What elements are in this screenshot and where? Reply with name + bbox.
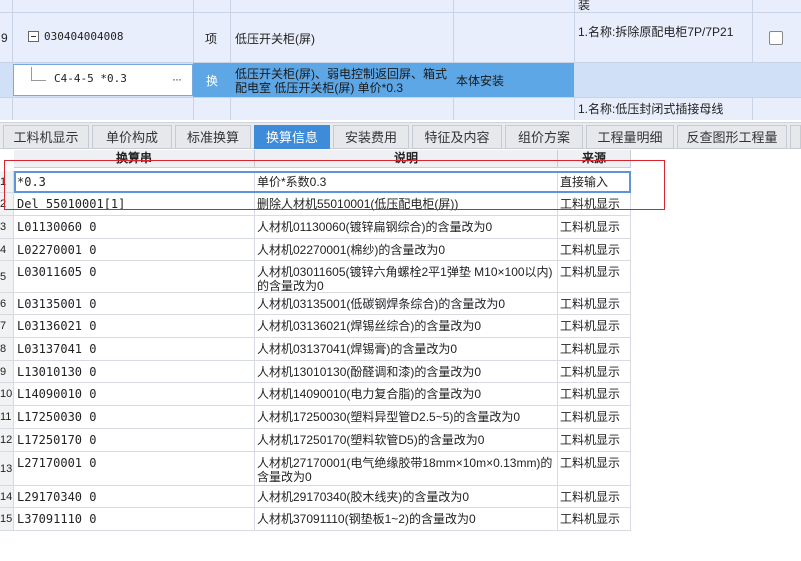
row-number: 7 [0,315,14,337]
expr-cell[interactable]: L17250030 0 [14,406,255,428]
row-number: 6 [0,293,14,314]
row-number: 11 [0,406,14,428]
row-number: 10 [0,383,14,405]
highlight-annotation [4,160,665,210]
tab-unit-price[interactable]: 单价构成 [92,125,172,149]
expr-cell[interactable]: L03135001 0 [14,293,255,314]
source-cell: 工料机显示 [558,293,631,314]
more-button[interactable]: ··· [172,72,182,86]
desc-cell: 人材机27170001(电气绝缘胶带18mm×10m×0.13mm)的含量改为0 [255,452,558,485]
collapse-icon[interactable] [28,31,39,42]
tab-overflow[interactable] [790,125,801,149]
item-feature[interactable]: 1.名称:拆除原配电柜7P/7P21 [578,23,733,40]
item-type: 项 [205,32,218,46]
row-number: 9 [0,361,14,382]
row-number: 5 [0,261,14,292]
expr-cell[interactable]: L37091110 0 [14,508,255,530]
desc-cell: 人材机03011605(镀锌六角螺栓2平1弹垫 M10×100以内)的含量改为0 [255,261,558,292]
expr-cell[interactable]: L17250170 0 [14,429,255,451]
source-cell: 工料机显示 [558,239,631,260]
row-number: 12 [0,429,14,451]
tab-conversion-info[interactable]: 换算信息 [254,125,330,149]
expr-cell[interactable]: L02270001 0 [14,239,255,260]
source-cell: 工料机显示 [558,429,631,451]
subitem-name-line2[interactable]: 配电室 低压开关柜(屏) 单价*0.3 [235,79,403,96]
tab-quantity-detail[interactable]: 工程量明细 [586,125,674,149]
tab-labor-material[interactable]: 工料机显示 [3,125,89,149]
tab-features[interactable]: 特征及内容 [412,125,502,149]
source-cell: 工料机显示 [558,261,631,292]
table-row[interactable]: 12 L17250170 0 人材机17250170(塑料软管D5)的含量改为0 工料… [0,429,631,452]
desc-cell: 人材机02270001(棉纱)的含量改为0 [255,239,558,260]
expr-cell[interactable]: L01130060 0 [14,216,255,238]
next-feature: 1.名称:低压封闭式插接母线 [578,102,724,116]
expr-cell[interactable]: L29170340 0 [14,486,255,507]
desc-cell: 人材机01130060(镀锌扁钢综合)的含量改为0 [255,216,558,238]
expr-cell[interactable]: L03137041 0 [14,338,255,360]
table-row[interactable]: 7 L03136021 0 人材机03136021(焊锡丝综合)的含量改为0 工料机显… [0,315,631,338]
desc-cell: 人材机03137041(焊锡膏)的含量改为0 [255,338,558,360]
source-cell: 工料机显示 [558,338,631,360]
table-row[interactable]: 14 L29170340 0 人材机29170340(胶木线夹)的含量改为0 工料机显… [0,486,631,508]
row-number: 14 [0,486,14,507]
table-row[interactable]: 3 L01130060 0 人材机01130060(镀锌扁钢综合)的含量改为0 工料机… [0,216,631,239]
source-cell: 工料机显示 [558,452,631,485]
source-cell: 工料机显示 [558,383,631,405]
source-cell: 工料机显示 [558,361,631,382]
table-row[interactable]: 6 L03135001 0 人材机03135001(低碳钢焊条综合)的含量改为0 工料… [0,293,631,315]
feature-cell-top: 装 [578,0,591,12]
subitem-type: 换 [206,74,219,88]
detail-tabs: 工料机显示 单价构成 标准换算 换算信息 安装费用 特征及内容 组价方案 工程量… [0,122,801,149]
table-row[interactable]: 11 L17250030 0 人材机17250030(塑料异型管D2.5~5)的含量… [0,406,631,429]
desc-cell: 人材机03136021(焊锡丝综合)的含量改为0 [255,315,558,337]
item-name[interactable]: 低压开关柜(屏) [235,30,315,47]
row-number: 13 [0,452,14,485]
expr-cell[interactable]: L27170001 0 [14,452,255,485]
source-cell: 工料机显示 [558,315,631,337]
table-row[interactable]: 13 L27170001 0 人材机27170001(电气绝缘胶带18mm×10m×… [0,452,631,486]
tab-install-fee[interactable]: 安装费用 [333,125,409,149]
tab-pricing-scheme[interactable]: 组价方案 [505,125,583,149]
source-cell: 工料机显示 [558,486,631,507]
subitem-unit-note: 本体安装 [456,74,505,88]
expr-cell[interactable]: L13010130 0 [14,361,255,382]
tree-line [31,67,32,80]
row-number: 3 [0,216,14,238]
desc-cell: 人材机29170340(胶木线夹)的含量改为0 [255,486,558,507]
desc-cell: 人材机37091110(钢垫板1~2)的含量改为0 [255,508,558,530]
row-number: 9 [1,31,8,45]
desc-cell: 人材机14090010(电力复合脂)的含量改为0 [255,383,558,405]
row-number: 4 [0,239,14,260]
expr-cell[interactable]: L03136021 0 [14,315,255,337]
source-cell: 工料机显示 [558,406,631,428]
tree-line-h [31,80,46,81]
item-code[interactable]: 030404004008 [44,30,123,43]
desc-cell: 人材机13010130(酚醛调和漆)的含量改为0 [255,361,558,382]
table-row[interactable]: 5 L03011605 0 人材机03011605(镀锌六角螺栓2平1弹垫 M10×… [0,261,631,293]
expr-cell[interactable]: L14090010 0 [14,383,255,405]
table-row[interactable]: 4 L02270001 0 人材机02270001(棉纱)的含量改为0 工料机显示 [0,239,631,261]
table-row[interactable]: 15 L37091110 0 人材机37091110(钢垫板1~2)的含量改为0 工料… [0,508,631,531]
source-cell: 工料机显示 [558,216,631,238]
desc-cell: 人材机03135001(低碳钢焊条综合)的含量改为0 [255,293,558,314]
subitem-code[interactable]: C4-4-5 *0.3 [54,72,127,85]
table-row[interactable]: 8 L03137041 0 人材机03137041(焊锡膏)的含量改为0 工料机显示 [0,338,631,361]
row-number: 8 [0,338,14,360]
source-cell: 工料机显示 [558,508,631,530]
table-row[interactable]: 10 L14090010 0 人材机14090010(电力复合脂)的含量改为0 工料机… [0,383,631,406]
expr-cell[interactable]: L03011605 0 [14,261,255,292]
table-row[interactable]: 9 L13010130 0 人材机13010130(酚醛调和漆)的含量改为0 工料机显… [0,361,631,383]
row-number: 15 [0,508,14,530]
tab-standard-conversion[interactable]: 标准换算 [175,125,251,149]
desc-cell: 人材机17250170(塑料软管D5)的含量改为0 [255,429,558,451]
tab-reverse-lookup[interactable]: 反查图形工程量 [677,125,787,149]
desc-cell: 人材机17250030(塑料异型管D2.5~5)的含量改为0 [255,406,558,428]
row-checkbox[interactable] [769,31,783,45]
